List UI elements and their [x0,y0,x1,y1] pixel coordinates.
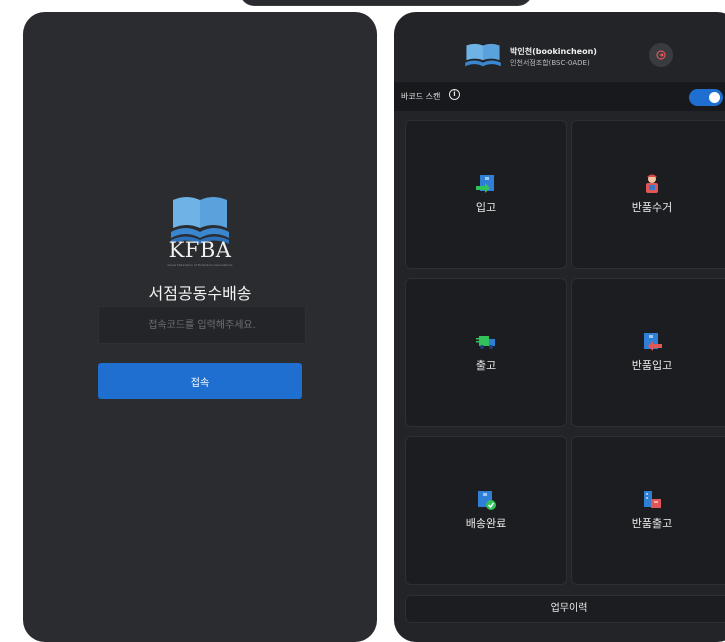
return-pickup-icon [646,174,658,193]
logout-button[interactable] [649,43,673,67]
return-outbound-icon [644,491,661,508]
delivery-complete-icon [478,491,496,510]
tile-inbound[interactable]: 입고 [405,120,567,269]
tile-label: 반품입고 [631,359,673,372]
tile-label: 반품수거 [631,201,673,214]
home-screen: 박인천(bookincheon) 인천서점조합(BSC-0ADE) 바코드 스캔… [394,12,725,642]
info-icon[interactable]: i [449,89,460,100]
tile-outbound[interactable]: 출고 [405,278,567,427]
header: 박인천(bookincheon) 인천서점조합(BSC-0ADE) [394,12,725,82]
app-title: 서점공동수배송 [148,284,252,303]
outbound-truck-icon [476,336,495,349]
toggle-knob [709,92,720,103]
tile-return-outbound[interactable]: 반품출고 [571,436,725,585]
work-history-button[interactable]: 업무이력 [405,595,725,623]
return-inbound-icon [644,333,662,351]
top-tab-handle [240,0,532,6]
tile-delivery-complete[interactable]: 배송완료 [405,436,567,585]
tile-label: 반품출고 [631,517,673,530]
tile-return-inbound[interactable]: 반품입고 [571,278,725,427]
kfba-book-logo [465,43,501,67]
logout-icon [656,50,666,60]
user-name: 박인천(bookincheon) [510,47,597,56]
inbound-icon [476,175,494,193]
login-screen: KFBA Korea Federation of Bookstore Assoc… [23,12,377,642]
barcode-scan-bar: 바코드 스캔 i [394,82,725,111]
barcode-scan-label: 바코드 스캔 [401,92,441,101]
user-organization: 인천서점조합(BSC-0ADE) [510,59,590,67]
connect-button[interactable]: 접속 [98,363,302,399]
tile-label: 배송완료 [465,517,507,530]
access-code-input[interactable] [98,306,306,344]
tile-return-pickup[interactable]: 반품수거 [571,120,725,269]
brand-subtitle: Korea Federation of Bookstore Associatio… [167,263,233,267]
tile-label: 출고 [475,359,497,372]
barcode-scan-toggle[interactable] [689,89,723,106]
brand-wordmark: KFBA [168,238,232,262]
tile-label: 입고 [475,201,497,214]
